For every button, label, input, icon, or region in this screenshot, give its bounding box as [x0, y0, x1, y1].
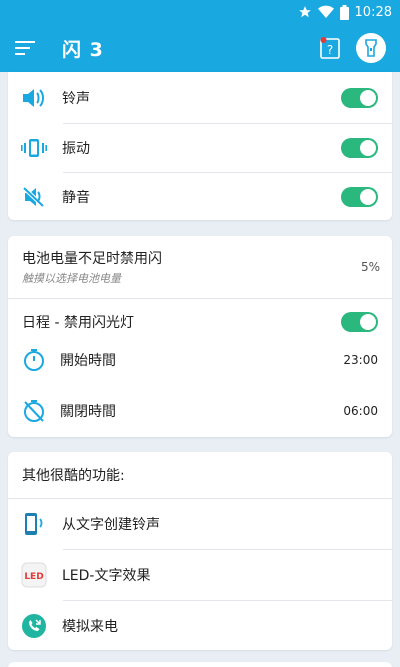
- feature-led-label: LED-文字效果: [62, 568, 151, 584]
- feature-item-led[interactable]: LED LED-文字效果: [8, 550, 392, 600]
- schedule-toggle[interactable]: [341, 312, 378, 332]
- help-book-icon: ?: [320, 37, 340, 59]
- end-time-label: 關閉時間: [60, 404, 116, 420]
- sound-mode-card: 铃声 振动 静音: [8, 72, 392, 220]
- battery-threshold-value: 5%: [360, 260, 380, 274]
- incoming-call-icon: [20, 612, 48, 640]
- schedule-title: 日程 - 禁用闪光灯: [22, 315, 134, 331]
- low-battery-title: 电池电量不足时禁用闪: [22, 251, 162, 267]
- vibrate-row[interactable]: 振动: [8, 124, 392, 172]
- next-card: [8, 662, 392, 667]
- ringtone-row[interactable]: 铃声: [8, 72, 392, 123]
- features-header: 其他很酷的功能:: [8, 452, 392, 498]
- mute-row[interactable]: 静音: [8, 173, 392, 220]
- battery-schedule-card: 电池电量不足时禁用闪 触摸以选择电池电量 5% 日程 - 禁用闪光灯 開始時間 …: [8, 236, 392, 437]
- app-bar: 闪 3 ?: [0, 24, 400, 72]
- features-title: 其他很酷的功能:: [22, 468, 125, 484]
- feature-fake-call-label: 模拟来电: [62, 618, 118, 635]
- help-button[interactable]: ?: [308, 24, 352, 72]
- battery-icon: [339, 4, 349, 20]
- mute-icon: [20, 183, 48, 211]
- vibrate-toggle[interactable]: [341, 138, 378, 158]
- feature-item-ringtone[interactable]: 从文字创建铃声: [8, 499, 392, 549]
- feature-ringtone-label: 从文字创建铃声: [62, 517, 160, 533]
- app-title: 闪 3: [62, 38, 104, 61]
- status-time: 10:28: [354, 4, 392, 20]
- svg-text:?: ?: [327, 43, 333, 57]
- ringtone-toggle[interactable]: [341, 87, 378, 108]
- menu-button[interactable]: [0, 24, 50, 72]
- stopwatch-icon: [20, 346, 48, 374]
- phone-ringtone-icon: [20, 510, 48, 538]
- low-battery-row[interactable]: 电池电量不足时禁用闪 触摸以选择电池电量 5%: [8, 236, 392, 298]
- feature-item-fake-call[interactable]: 模拟来电: [8, 601, 392, 650]
- speaker-icon: [20, 84, 48, 112]
- end-time-row[interactable]: 關閉時間 06:00: [8, 386, 392, 436]
- flashlight-icon: [365, 39, 377, 57]
- vibrate-label: 振动: [62, 141, 90, 157]
- mute-toggle[interactable]: [341, 186, 378, 207]
- start-time-value: 23:00: [343, 353, 378, 367]
- timer-off-icon: [20, 397, 48, 425]
- start-time-label: 開始時間: [60, 353, 116, 369]
- status-bar: 10:28: [0, 0, 400, 24]
- vibrate-icon: [20, 134, 48, 162]
- svg-text:LED: LED: [24, 572, 43, 582]
- ringtone-label: 铃声: [62, 90, 90, 107]
- star-icon: [298, 5, 312, 19]
- end-time-value: 06:00: [343, 404, 378, 418]
- mute-label: 静音: [62, 189, 90, 206]
- low-battery-subtitle: 触摸以选择电池电量: [22, 272, 121, 285]
- led-icon: LED: [20, 561, 48, 589]
- menu-icon: [15, 41, 35, 55]
- start-time-row[interactable]: 開始時間 23:00: [8, 336, 392, 384]
- features-card: 其他很酷的功能: 从文字创建铃声 LED LED-文字效果 模拟来电: [8, 452, 392, 650]
- flashlight-button[interactable]: [356, 33, 386, 63]
- wifi-icon: [317, 5, 334, 19]
